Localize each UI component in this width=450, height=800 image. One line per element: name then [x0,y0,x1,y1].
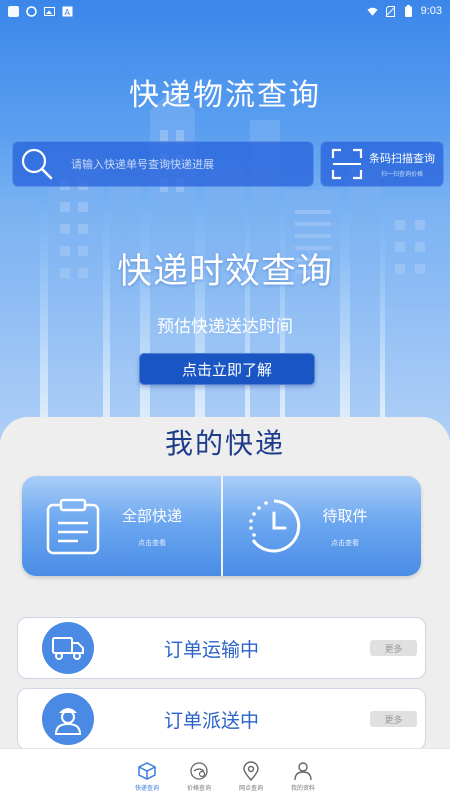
pending-pickup-label: 待取件 [322,506,368,525]
price-search-icon [190,762,208,780]
barcode-scan-button[interactable]: 条码扫描查询 扫一扫查询价格 [320,141,444,187]
font-icon: A [62,6,73,17]
package-icon [138,762,156,780]
all-express-sub: 点击查看 [138,538,166,547]
all-express-tile[interactable]: 全部快递 点击查看 [22,476,221,576]
nav-outlet-query-label: 网点查询 [238,785,263,792]
location-icon [243,761,259,781]
pending-pickup-tile[interactable]: 待取件 点击查看 [220,476,422,576]
clipboard-icon [46,498,100,555]
banner-subtitle: 预估快递送达时间 [157,317,293,337]
page-title: 快递物流查询 [129,78,321,113]
sync-icon [26,5,37,17]
scan-button-label: 条码扫描查询 [369,152,435,165]
tracking-search-bar[interactable] [12,141,314,187]
order-in-transit-label: 订单运输中 [164,638,260,661]
clock-time: 9:03 [420,5,442,17]
nav-price-query-label: 价格查询 [186,785,211,792]
order-delivering-card[interactable]: 订单派送中 更多 [17,688,426,750]
clock-icon [248,499,300,553]
nav-price-query[interactable]: 价格查询 [177,749,221,800]
search-icon[interactable] [17,144,57,184]
scan-frame-icon [331,148,363,180]
battery-icon [403,5,414,17]
delivering-more-button[interactable]: 更多 [370,711,417,727]
express-tiles: 全部快递 点击查看 待取件 点击查看 [22,476,421,576]
all-express-label: 全部快递 [122,506,183,525]
order-delivering-label: 订单派送中 [164,709,260,732]
app-notification-icon [8,5,19,17]
truck-icon [42,622,94,674]
learn-more-button[interactable]: 点击立即了解 [139,353,315,385]
svg-text:A: A [65,8,71,17]
no-sim-icon [385,5,396,17]
profile-icon [294,762,312,781]
my-express-title: 我的快递 [164,427,285,460]
nav-outlet-query[interactable]: 网点查询 [229,749,273,800]
image-icon [44,6,55,17]
courier-icon [42,693,94,745]
nav-my-profile[interactable]: 我的资料 [281,749,325,800]
nav-my-profile-label: 我的资料 [290,785,315,792]
bottom-navigation: 快递查询 价格查询 网点查询 我的资料 [0,748,450,800]
banner-title: 快递时效查询 [116,252,333,292]
pending-pickup-sub: 点击查看 [331,538,359,547]
scan-button-subtitle: 扫一扫查询价格 [380,171,423,178]
status-bar: A 9:03 [0,0,450,22]
nav-express-query-label: 快递查询 [134,785,159,792]
order-in-transit-card[interactable]: 订单运输中 更多 [17,617,426,679]
in-transit-more-button[interactable]: 更多 [370,640,417,656]
wifi-icon [367,6,378,17]
nav-express-query[interactable]: 快递查询 [125,749,169,800]
tracking-number-input[interactable] [71,157,291,171]
